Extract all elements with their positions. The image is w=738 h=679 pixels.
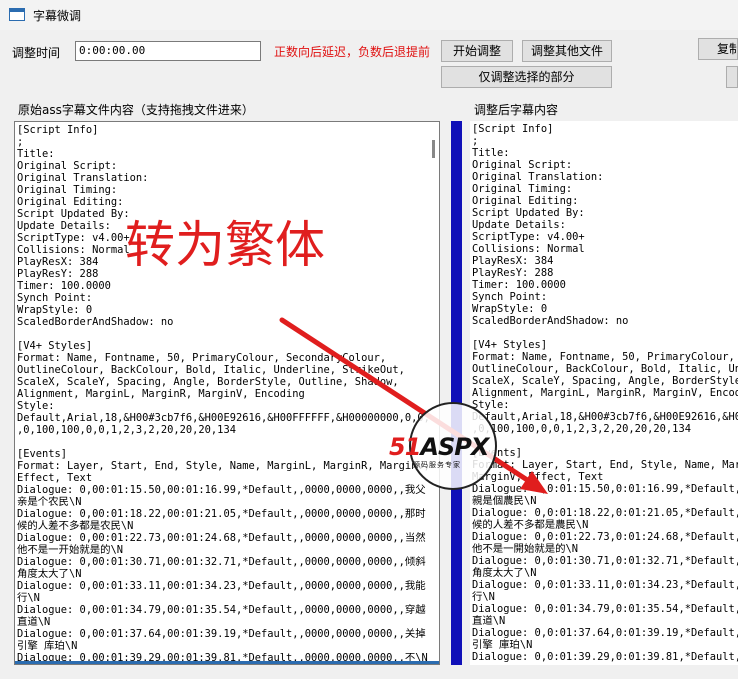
time-input[interactable]: 0:00:00.00 [75, 41, 261, 61]
hint-text: 正数向后延迟，负数后退提前 [274, 45, 431, 59]
original-content-text: [Script Info] ; Title: Original Script: … [17, 124, 437, 664]
partial-button[interactable] [726, 66, 738, 88]
adjusted-content-textbox[interactable]: [Script Info] ; Title: Original Script: … [470, 121, 738, 665]
watermark-logo: 51ASPX 源码服务专家 [389, 402, 507, 493]
start-adjust-button[interactable]: 开始调整 [441, 40, 513, 62]
annotation-text: 转为繁体 [125, 216, 325, 274]
adjusted-content-label: 调整后字幕内容 [474, 103, 559, 117]
original-content-textbox[interactable]: [Script Info] ; Title: Original Script: … [14, 121, 440, 665]
adjust-other-files-button[interactable]: 调整其他文件 [522, 40, 612, 62]
splitter[interactable] [451, 121, 462, 665]
title-bar: 字幕微调 [0, 0, 738, 30]
original-content-label: 原始ass字幕文件内容（支持拖拽文件进来） [18, 103, 254, 117]
app-window-icon [9, 8, 25, 21]
vertical-scrollbar[interactable] [429, 122, 439, 664]
adjust-selected-only-button[interactable]: 仅调整选择的部分 [441, 66, 612, 88]
adjusted-content-text: [Script Info] ; Title: Original Script: … [472, 123, 738, 663]
watermark-subtitle: 源码服务专家 [413, 461, 461, 469]
time-label: 调整时间 [12, 46, 61, 60]
copy-button[interactable]: 复制 [698, 38, 738, 60]
watermark-brand: 51ASPX [389, 433, 489, 461]
window-title: 字幕微调 [33, 9, 82, 23]
scrollbar-thumb[interactable] [432, 140, 435, 158]
focus-underline [15, 661, 439, 664]
